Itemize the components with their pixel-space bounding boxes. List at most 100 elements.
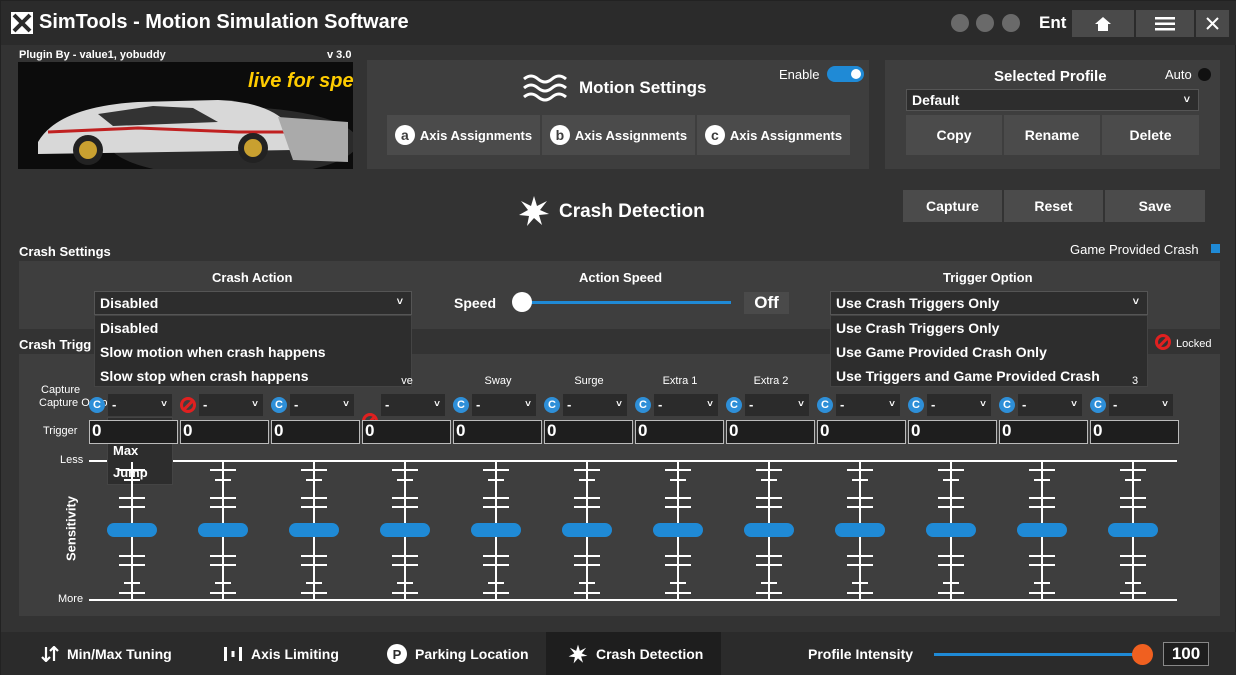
capture-option-dropdown[interactable]: - ˅ [654, 394, 718, 416]
speed-slider-knob[interactable] [512, 292, 532, 312]
capture-option-dropdown[interactable]: - ˅ [1109, 394, 1173, 416]
capture-c-icon[interactable]: C [544, 397, 560, 413]
crash-action-option[interactable]: Slow motion when crash happens [95, 340, 411, 364]
save-button[interactable]: Save [1105, 190, 1205, 222]
capture-option-dropdown[interactable]: - ˅ [927, 394, 991, 416]
trigger-input[interactable]: 0 [817, 420, 906, 444]
capture-c-icon[interactable]: C [271, 397, 287, 413]
profile-dropdown[interactable]: Default ˅ [906, 89, 1199, 111]
capture-c-icon[interactable]: C [726, 397, 742, 413]
slider-tick [670, 479, 686, 481]
sensitivity-slider-knob[interactable] [198, 523, 248, 537]
no-entry-icon[interactable] [180, 397, 196, 413]
delete-button[interactable]: Delete [1102, 115, 1199, 155]
capture-c-icon[interactable]: C [453, 397, 469, 413]
trigger-input[interactable]: 0 [1090, 420, 1179, 444]
tab-crash-detection[interactable]: Crash Detection [546, 632, 721, 675]
axis-assignments-a-button[interactable]: a Axis Assignments [387, 115, 540, 155]
home-icon [1095, 16, 1111, 31]
slider-tick [488, 479, 504, 481]
less-label: Less [60, 454, 84, 466]
letter-a-icon: a [394, 125, 415, 145]
crash-action-option[interactable]: Disabled [95, 316, 411, 340]
trigger-input[interactable]: 0 [635, 420, 724, 444]
axis-name: ve [401, 375, 413, 387]
slider-tick [1120, 564, 1146, 566]
enable-toggle[interactable] [827, 66, 864, 82]
trigger-input[interactable]: 0 [544, 420, 633, 444]
sensitivity-slider-knob[interactable] [471, 523, 521, 537]
action-speed-label: Action Speed [579, 270, 663, 285]
menu-icon [1155, 16, 1175, 30]
intensity-slider-knob[interactable] [1132, 644, 1153, 665]
sensitivity-slider-knob[interactable] [744, 523, 794, 537]
copy-button[interactable]: Copy [906, 115, 1002, 155]
slider-tick [756, 592, 782, 594]
capture-option-item[interactable]: Jump [108, 462, 172, 484]
slider-tick [210, 469, 236, 471]
capture-c-icon[interactable]: C [1090, 397, 1106, 413]
capture-option-dropdown[interactable]: - ˅ [563, 394, 627, 416]
slider-tick [1120, 592, 1146, 594]
trigger-input[interactable]: 0 [180, 420, 269, 444]
slider-tick [392, 469, 418, 471]
ent-label[interactable]: Ent [1039, 13, 1066, 33]
trigger-input[interactable]: 0 [999, 420, 1088, 444]
trigger-input[interactable]: 0 [908, 420, 997, 444]
trigger-input[interactable]: 0 [89, 420, 178, 444]
download-icon[interactable] [951, 14, 969, 32]
sensitivity-slider-knob[interactable] [653, 523, 703, 537]
slider-tick [119, 506, 145, 508]
capture-option-dropdown[interactable]: - ˅ [381, 394, 445, 416]
sensitivity-slider-knob[interactable] [1108, 523, 1158, 537]
capture-button[interactable]: Capture [903, 190, 1002, 222]
sensitivity-slider-knob[interactable] [289, 523, 339, 537]
slider-tick [665, 506, 691, 508]
capture-option-value: - [658, 397, 663, 412]
trigger-option-option[interactable]: Use Game Provided Crash Only [831, 340, 1147, 364]
axis-assignments-b-button[interactable]: b Axis Assignments [542, 115, 695, 155]
crash-action-dropdown[interactable]: Disabled ˅ [94, 291, 412, 315]
chevron-down-icon: ˅ [1132, 296, 1139, 308]
reset-button[interactable]: Reset [1004, 190, 1103, 222]
sensitivity-slider-knob[interactable] [926, 523, 976, 537]
pen-icon[interactable] [976, 14, 994, 32]
close-button[interactable] [1196, 10, 1229, 37]
axis-assignments-c-button[interactable]: c Axis Assignments [697, 115, 850, 155]
trigger-input[interactable]: 0 [726, 420, 815, 444]
tab-axis-limiting[interactable]: Axis Limiting [191, 632, 361, 675]
capture-option-dropdown[interactable]: - ˅ [836, 394, 900, 416]
capture-option-value: - [385, 397, 390, 412]
trigger-input[interactable]: 0 [453, 420, 542, 444]
capture-option-dropdown[interactable]: - ˅ [1018, 394, 1082, 416]
menu-button[interactable] [1136, 10, 1194, 37]
sensitivity-slider-knob[interactable] [380, 523, 430, 537]
trigger-option-option[interactable]: Use Crash Triggers Only [831, 316, 1147, 340]
power-icon[interactable] [1002, 14, 1020, 32]
sensitivity-slider-knob[interactable] [107, 523, 157, 537]
capture-c-icon[interactable]: C [635, 397, 651, 413]
sensitivity-slider-knob[interactable] [835, 523, 885, 537]
rename-button[interactable]: Rename [1004, 115, 1100, 155]
capture-c-icon[interactable]: C [908, 397, 924, 413]
trigger-option-dropdown[interactable]: Use Crash Triggers Only ˅ [830, 291, 1148, 315]
tab-min-max-tuning[interactable]: Min/Max Tuning [1, 632, 191, 675]
intensity-slider-track[interactable] [934, 653, 1141, 656]
sensitivity-slider-knob[interactable] [1017, 523, 1067, 537]
window-title: SimTools - Motion Simulation Software [39, 11, 409, 33]
capture-c-icon[interactable]: C [89, 397, 105, 413]
capture-option-dropdown[interactable]: - ˅ [472, 394, 536, 416]
tab-parking-location[interactable]: P Parking Location [361, 632, 546, 675]
capture-option-dropdown[interactable]: - ˅ [290, 394, 354, 416]
capture-c-icon[interactable]: C [817, 397, 833, 413]
trigger-input[interactable]: 0 [271, 420, 360, 444]
sensitivity-slider-knob[interactable] [562, 523, 612, 537]
auto-radio[interactable] [1198, 68, 1211, 81]
speed-slider-track[interactable] [521, 301, 731, 304]
trigger-input[interactable]: 0 [362, 420, 451, 444]
capture-option-dropdown[interactable]: - ˅ [108, 394, 172, 416]
capture-option-dropdown[interactable]: - ˅ [199, 394, 263, 416]
capture-option-dropdown[interactable]: - ˅ [745, 394, 809, 416]
capture-c-icon[interactable]: C [999, 397, 1015, 413]
home-button[interactable] [1072, 10, 1134, 37]
